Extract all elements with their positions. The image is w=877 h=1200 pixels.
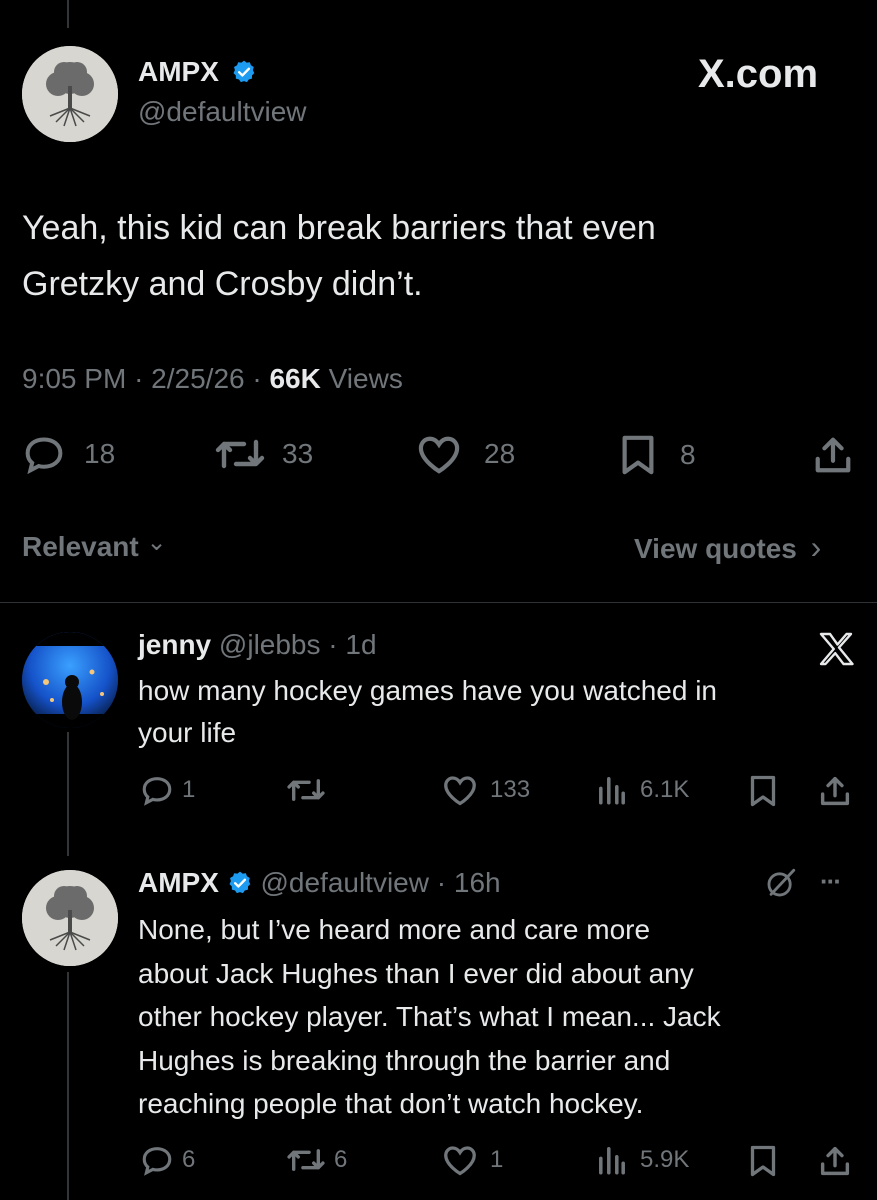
- bookmark-button[interactable]: [748, 1144, 778, 1178]
- repost-count: 6: [334, 1146, 348, 1173]
- reply-button[interactable]: 18: [22, 434, 115, 474]
- views-count: 6.1K: [640, 776, 690, 803]
- x-logo-icon: [819, 632, 854, 666]
- share-button[interactable]: [818, 774, 852, 808]
- bookmark-button[interactable]: 8: [618, 434, 696, 476]
- like-count: 28: [484, 438, 516, 469]
- reply-text-line: None, but I’ve heard more and care more: [138, 914, 651, 945]
- views-button[interactable]: 5.9K: [596, 1144, 689, 1176]
- meta-separator: ·: [436, 867, 447, 898]
- verified-badge-icon: [229, 871, 250, 893]
- more-options-icon[interactable]: ···: [820, 866, 842, 896]
- share-icon: [820, 776, 850, 806]
- heart-icon: [418, 436, 460, 474]
- bookmark-icon: [750, 1145, 776, 1177]
- share-button[interactable]: [818, 1144, 852, 1178]
- author-name[interactable]: jenny: [138, 629, 211, 660]
- thread-line: [67, 732, 69, 856]
- grok-icon[interactable]: [764, 866, 798, 900]
- views-label: Views: [328, 363, 403, 394]
- reply-text-line: reaching people that don’t watch hockey.: [138, 1088, 644, 1119]
- heart-icon: [444, 1146, 476, 1176]
- thread-line-top: [67, 0, 69, 28]
- reply-text-line: other hockey player. That’s what I mean.…: [138, 1001, 721, 1032]
- like-count: 133: [490, 776, 531, 803]
- share-icon: [815, 437, 851, 473]
- author-handle[interactable]: @jlebbs: [219, 629, 321, 660]
- analytics-icon: [599, 1147, 625, 1175]
- view-quotes-label: View quotes: [634, 533, 797, 564]
- chevron-right-icon: ›: [810, 529, 822, 565]
- reply-text-line: Hughes is breaking through the barrier a…: [138, 1044, 671, 1076]
- sort-label: Relevant: [22, 531, 139, 562]
- reply-age[interactable]: 16h: [454, 867, 501, 898]
- bookmark-button[interactable]: [748, 774, 778, 808]
- avatar[interactable]: [22, 46, 118, 142]
- repost-button[interactable]: [286, 774, 334, 806]
- like-button[interactable]: 1: [442, 1144, 503, 1176]
- bookmark-icon: [750, 775, 776, 807]
- views-button[interactable]: 6.1K: [596, 774, 689, 806]
- chevron-down-icon: ⌄: [146, 529, 167, 556]
- repost-icon: [215, 439, 265, 469]
- author-handle[interactable]: @defaultview: [138, 96, 307, 128]
- author-name[interactable]: AMPX: [138, 867, 219, 898]
- post-text-line: Yeah, this kid can break barriers that e…: [22, 209, 656, 247]
- like-button[interactable]: 133: [442, 774, 530, 806]
- like-count: 1: [490, 1146, 504, 1173]
- post-date[interactable]: 2/25/26: [151, 363, 244, 394]
- repost-icon: [287, 779, 325, 801]
- meta-separator: ·: [328, 629, 338, 660]
- aquarium-avatar-icon: [22, 632, 118, 728]
- bookmark-count: 8: [680, 439, 696, 470]
- tree-avatar-icon: [22, 46, 118, 142]
- reply-text-line: how many hockey games have you watched i…: [138, 675, 717, 706]
- reply-age[interactable]: 1d: [345, 629, 376, 660]
- repost-button[interactable]: 6: [286, 1144, 347, 1176]
- views-count: 5.9K: [640, 1146, 690, 1173]
- like-button[interactable]: 28: [416, 434, 515, 474]
- reply-button[interactable]: 6: [140, 1144, 195, 1176]
- share-button[interactable]: [812, 434, 854, 476]
- reply-icon: [25, 437, 63, 474]
- x-watermark: X.com: [698, 52, 819, 96]
- view-quotes-link[interactable]: View quotes ›: [634, 530, 821, 566]
- share-icon: [820, 1146, 850, 1176]
- post-text-line: Gretzky and Crosby didn’t.: [22, 265, 423, 303]
- thread-line: [67, 972, 69, 1200]
- post-text: Yeah, this kid can break barriers that e…: [22, 200, 656, 312]
- reply-text: None, but I’ve heard more and care more …: [138, 908, 721, 1126]
- verified-badge-icon: [233, 60, 254, 82]
- tree-avatar-icon: [22, 870, 118, 966]
- meta-separator: ·: [134, 363, 144, 394]
- reply-count: 18: [84, 438, 116, 469]
- avatar[interactable]: [22, 632, 118, 728]
- reply-text-line: about Jack Hughes than I ever did about …: [138, 957, 694, 989]
- reply-text-line: your life: [138, 717, 237, 748]
- avatar[interactable]: [22, 870, 118, 966]
- sort-dropdown[interactable]: Relevant ⌄: [22, 529, 167, 566]
- heart-icon: [444, 776, 476, 806]
- repost-button[interactable]: 33: [214, 434, 313, 474]
- repost-icon: [287, 1149, 325, 1171]
- post-time[interactable]: 9:05 PM: [22, 363, 126, 394]
- repost-count: 33: [282, 438, 314, 469]
- author-handle[interactable]: @defaultview: [260, 867, 429, 898]
- post-meta: 9:05 PM · 2/25/26 · 66K Views: [22, 362, 403, 396]
- meta-separator: ·: [252, 363, 262, 394]
- reply-count: 6: [182, 1146, 196, 1173]
- reply-count: 1: [182, 776, 196, 803]
- reply-icon: [142, 777, 172, 806]
- reply-button[interactable]: 1: [140, 774, 195, 806]
- reply-text: how many hockey games have you watched i…: [138, 670, 717, 754]
- bookmark-icon: [622, 435, 654, 475]
- reply-icon: [142, 1147, 172, 1176]
- analytics-icon: [599, 777, 625, 805]
- author-name[interactable]: AMPX: [138, 56, 219, 87]
- views-count: 66K: [269, 363, 321, 394]
- divider: [0, 602, 877, 603]
